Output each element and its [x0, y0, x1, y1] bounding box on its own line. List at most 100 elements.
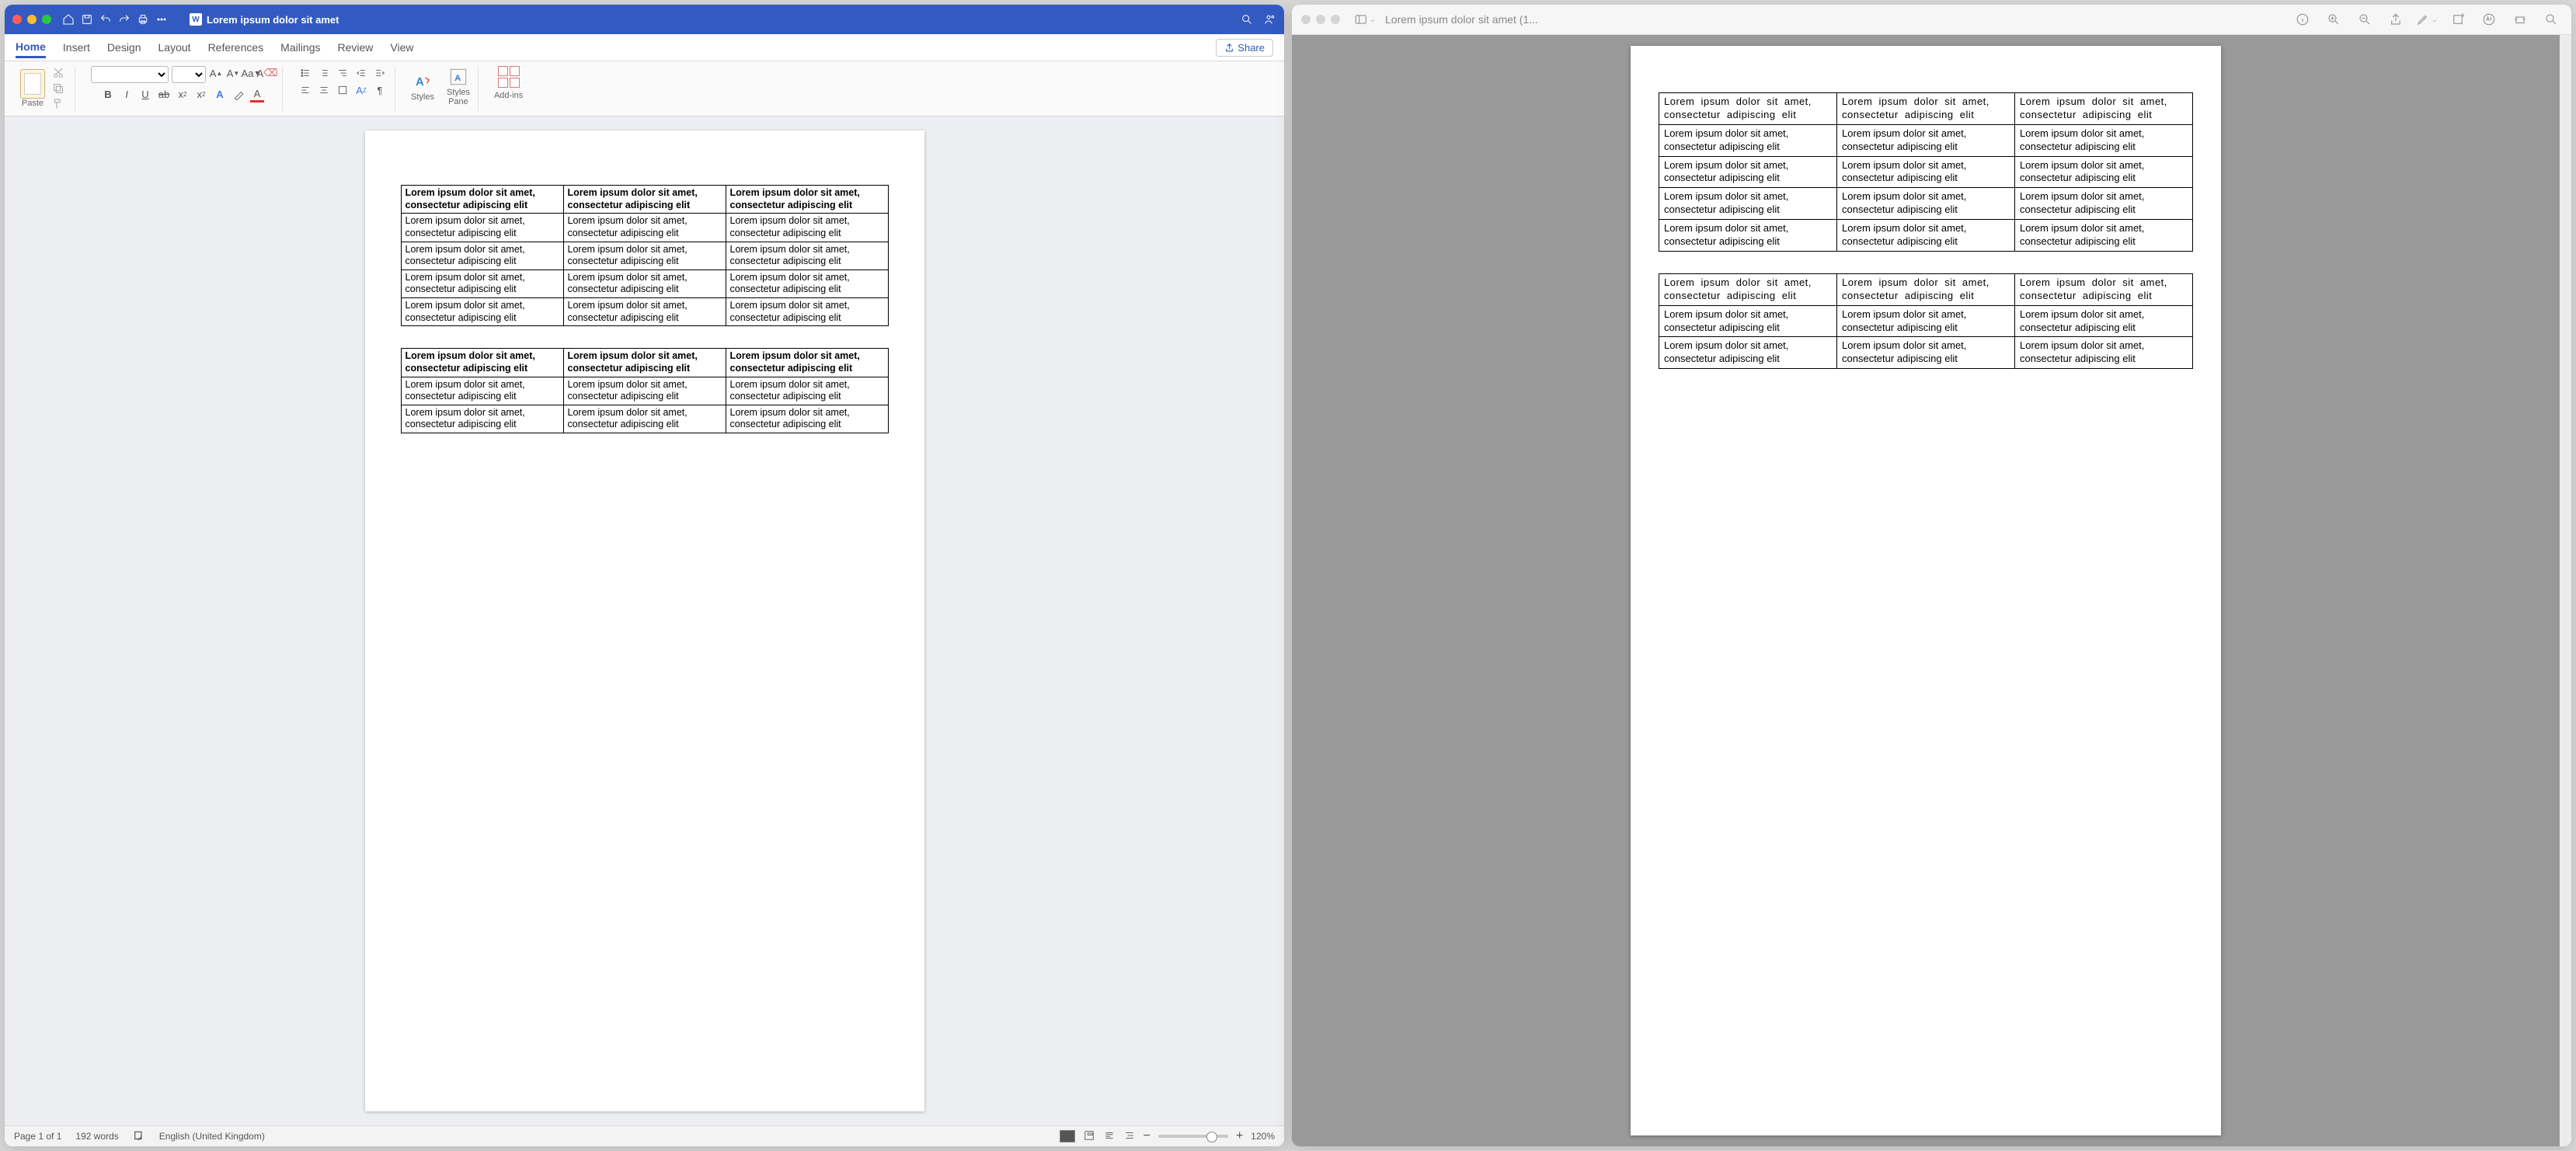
document-title: W Lorem ipsum dolor sit amet — [190, 13, 339, 26]
tab-home[interactable]: Home — [16, 37, 46, 58]
tab-review[interactable]: Review — [338, 38, 374, 57]
indent-right-icon[interactable] — [373, 66, 387, 80]
shrink-font-icon[interactable]: A▼ — [226, 66, 240, 80]
zoom-in-button[interactable]: + — [1236, 1129, 1243, 1143]
tab-mailings[interactable]: Mailings — [280, 38, 320, 57]
share-button[interactable]: Share — [1216, 39, 1273, 57]
focus-mode-icon[interactable] — [1083, 1130, 1095, 1143]
print-layout-view-icon[interactable] — [1060, 1130, 1075, 1142]
document-page[interactable]: Lorem ipsum dolor sit amet, consectetur … — [365, 130, 924, 1111]
crop-icon[interactable] — [2509, 10, 2531, 29]
info-icon[interactable] — [2292, 10, 2313, 29]
preview-scrollbar[interactable] — [2560, 35, 2571, 1146]
word-window: W Lorem ipsum dolor sit amet Home Insert… — [5, 5, 1284, 1146]
change-case-icon[interactable]: Aa▾ — [243, 66, 257, 80]
borders-icon[interactable] — [336, 83, 350, 97]
subscript-button[interactable]: x2 — [176, 88, 190, 102]
font-size-select[interactable] — [172, 66, 206, 83]
web-layout-icon[interactable] — [1103, 1130, 1116, 1143]
home-icon[interactable] — [62, 13, 75, 26]
search-tool-icon[interactable] — [2540, 10, 2562, 29]
align-left-icon[interactable] — [298, 83, 312, 97]
share-people-icon[interactable] — [1264, 13, 1276, 26]
more-icon[interactable] — [155, 13, 168, 26]
align-center-icon[interactable] — [317, 83, 331, 97]
addins-icon[interactable] — [498, 66, 520, 88]
preview-page[interactable]: Lorem ipsum dolor sit amet, consectetur … — [1631, 46, 2221, 1135]
spellcheck-icon[interactable] — [133, 1130, 145, 1143]
undo-icon[interactable] — [99, 13, 112, 26]
save-icon[interactable] — [81, 13, 93, 26]
status-words[interactable]: 192 words — [75, 1131, 118, 1142]
minimize-window-button[interactable] — [27, 15, 37, 24]
zoom-window-button[interactable] — [42, 15, 51, 24]
search-icon[interactable] — [1241, 13, 1253, 26]
ribbon-tabs: Home Insert Design Layout References Mai… — [5, 34, 1284, 61]
underline-button[interactable]: U — [138, 88, 152, 102]
document-title-text: Lorem ipsum dolor sit amet — [207, 14, 339, 26]
zoom-in-icon[interactable] — [2323, 10, 2345, 29]
tab-design[interactable]: Design — [107, 38, 141, 57]
rotate-icon[interactable] — [2447, 10, 2469, 29]
redo-icon[interactable] — [118, 13, 131, 26]
sidebar-toggle-icon[interactable]: ⌄ — [1354, 10, 1376, 29]
bold-button[interactable]: B — [101, 88, 115, 102]
markup-icon[interactable] — [2478, 10, 2500, 29]
text-effects-icon[interactable]: A — [213, 88, 227, 102]
preview-canvas[interactable]: Lorem ipsum dolor sit amet, consectetur … — [1292, 35, 2560, 1146]
grow-font-icon[interactable]: A▲ — [209, 66, 223, 80]
tab-references[interactable]: References — [208, 38, 264, 57]
addins-label: Add-ins — [494, 91, 523, 100]
strike-button[interactable]: ab — [157, 88, 171, 102]
styles-icon[interactable]: A — [412, 71, 433, 92]
document-canvas[interactable]: Lorem ipsum dolor sit amet, consectetur … — [5, 116, 1284, 1125]
zoom-slider[interactable] — [1158, 1135, 1228, 1138]
preview-window-controls — [1301, 15, 1340, 24]
font-color-icon[interactable]: A — [250, 86, 264, 103]
copy-icon[interactable] — [50, 82, 67, 96]
zoom-level[interactable]: 120% — [1251, 1131, 1275, 1142]
print-icon[interactable] — [137, 13, 149, 26]
bullets-icon[interactable] — [298, 66, 312, 80]
superscript-button[interactable]: x2 — [194, 88, 208, 102]
sort-icon[interactable]: AZ — [354, 83, 368, 97]
paragraph-group: AZ ¶ — [291, 66, 395, 111]
clear-format-icon[interactable]: A⌫ — [260, 66, 274, 80]
close-window-button[interactable] — [12, 15, 22, 24]
format-painter-icon[interactable] — [50, 97, 67, 111]
multilevel-icon[interactable] — [336, 66, 350, 80]
tab-layout[interactable]: Layout — [158, 38, 191, 57]
zoom-out-button[interactable]: − — [1144, 1129, 1150, 1143]
font-family-select[interactable] — [91, 66, 169, 83]
cut-icon[interactable] — [50, 66, 67, 80]
highlight-icon[interactable] — [231, 88, 245, 102]
status-language[interactable]: English (United Kingdom) — [159, 1131, 265, 1142]
pv-close-button[interactable] — [1301, 15, 1311, 24]
styles-label: Styles — [411, 92, 434, 102]
zoom-out-icon[interactable] — [2354, 10, 2376, 29]
styles-group: A Styles A Styles Pane — [403, 66, 479, 111]
tab-view[interactable]: View — [390, 38, 413, 57]
pv-zoom-button[interactable] — [1331, 15, 1340, 24]
show-marks-icon[interactable]: ¶ — [373, 83, 387, 97]
word-doc-icon: W — [190, 13, 202, 26]
indent-left-icon[interactable] — [354, 66, 368, 80]
italic-button[interactable]: I — [120, 88, 134, 102]
paste-button[interactable]: Paste — [20, 69, 45, 108]
styles-pane-icon[interactable]: A — [447, 66, 469, 88]
share-icon[interactable] — [2385, 10, 2407, 29]
preview-table-1: Lorem ipsum dolor sit amet, consectetur … — [1659, 92, 2193, 252]
tab-insert[interactable]: Insert — [63, 38, 90, 57]
status-page[interactable]: Page 1 of 1 — [14, 1131, 61, 1142]
outline-view-icon[interactable] — [1123, 1130, 1136, 1143]
numbering-icon[interactable] — [317, 66, 331, 80]
preview-table-2: Lorem ipsum dolor sit amet, consectetur … — [1659, 273, 2193, 369]
status-bar: Page 1 of 1 192 words English (United Ki… — [5, 1125, 1284, 1146]
svg-text:A: A — [454, 74, 461, 83]
document-table-1[interactable]: Lorem ipsum dolor sit amet, consectetur … — [401, 185, 889, 326]
highlight-tool-icon[interactable]: ⌄ — [2416, 10, 2438, 29]
document-table-2[interactable]: Lorem ipsum dolor sit amet, consectetur … — [401, 348, 889, 433]
pv-minimize-button[interactable] — [1316, 15, 1325, 24]
window-controls — [12, 15, 51, 24]
paste-icon — [20, 69, 45, 99]
